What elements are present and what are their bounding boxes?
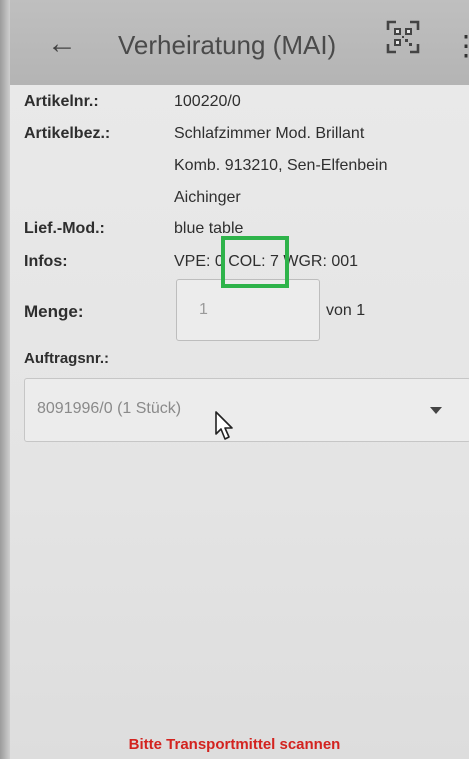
liefmod-label: Lief.-Mod.: <box>24 220 105 237</box>
auftragsnr-label: Auftragsnr.: <box>24 350 110 367</box>
mouse-cursor-icon <box>215 411 233 440</box>
artikelbez-line-3: Aichinger <box>174 189 241 206</box>
highlight-box <box>221 236 289 288</box>
device-edge-left <box>0 0 10 759</box>
artikelbez-line-1: Schlafzimmer Mod. Brillant <box>174 125 365 142</box>
artikelnr-value: 100220/0 <box>174 93 241 110</box>
arrow-left-icon[interactable]: ← <box>42 24 82 64</box>
more-vert-icon[interactable]: ⋮ <box>452 26 469 66</box>
artikelbez-line-2: Komb. 913210, Sen-Elfenbein <box>174 157 388 174</box>
scan-instruction-message: Bitte Transportmittel scannen <box>128 736 341 753</box>
chevron-down-icon <box>430 407 442 414</box>
infos-label: Infos: <box>24 253 68 270</box>
menge-input[interactable]: 1 <box>176 279 320 341</box>
qr-code-scan-icon[interactable] <box>386 20 420 54</box>
menge-label: Menge: <box>24 302 84 321</box>
app-bar: ← Verheiratung (MAI) ⋮ <box>10 0 469 85</box>
menge-von-text: von 1 <box>326 302 366 319</box>
page-title: Verheiratung (MAI) <box>118 30 337 60</box>
auftragsnr-selected-value: 8091996/0 (1 Stück) <box>37 400 182 417</box>
artikelnr-label: Artikelnr.: <box>24 93 99 110</box>
auftragsnr-select[interactable]: 8091996/0 (1 Stück) <box>24 378 469 442</box>
artikelbez-label: Artikelbez.: <box>24 125 111 142</box>
menge-input-value: 1 <box>199 301 208 318</box>
